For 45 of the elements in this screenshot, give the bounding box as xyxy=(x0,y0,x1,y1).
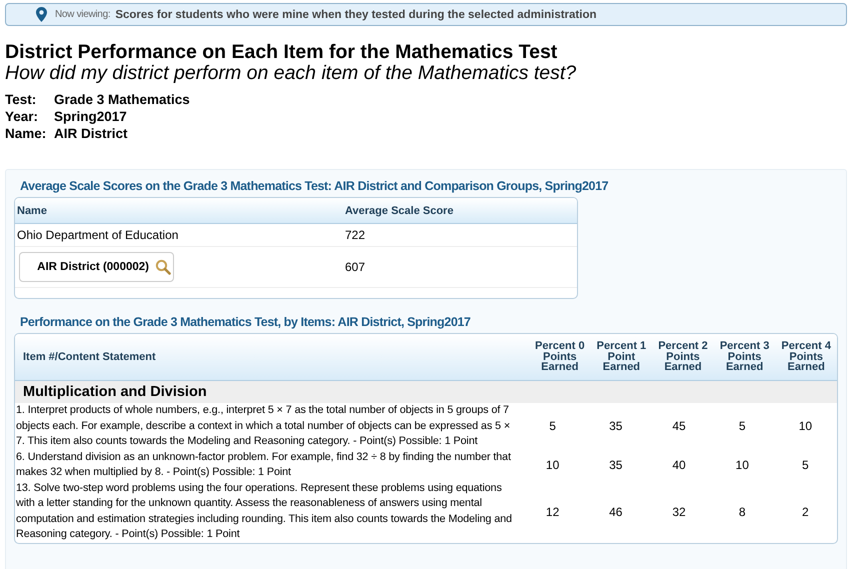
table-cell-text: 45 xyxy=(671,419,687,434)
column-header: Percent 3 Points Earned xyxy=(718,341,770,373)
table-cell-text: 46 xyxy=(608,504,624,518)
detail-value: Spring2017 xyxy=(54,109,128,124)
table-title: Average Scale Scores on the Grade 3 Mathematics Test: AIR District and Comparison Groups, Spring2017 xyxy=(20,179,610,193)
table-cell-text: 5 xyxy=(801,458,810,472)
group-heading: Multiplication and Division xyxy=(15,381,837,403)
page-title: District Performance on Each Item for the Mathematics Test xyxy=(5,42,558,63)
table-cell-text: 32 xyxy=(671,504,687,518)
detail-label: Name: xyxy=(5,126,48,141)
content-statement: 13. Solve two-step word problems using the four operations. Represent these problems using equations with a letter standing for the unknown quantity. Assess the reasonableness of answers using mental computation and estimation strategies including rounding. This item also counts towards the Modeling and Reasoning category. - Point(s) Possible: 1 Point xyxy=(15,480,513,542)
table-cell-text: 607 xyxy=(345,260,366,274)
table-cell-text: 35 xyxy=(608,458,624,472)
table-cell-text: 10 xyxy=(544,458,560,472)
magnifier-icon xyxy=(155,259,171,275)
now-viewing-value: Scores for students who were mine when they tested during the selected administration xyxy=(115,8,596,20)
column-header: Percent 2 Points Earned xyxy=(657,341,709,373)
column-header: Percent 1 Point Earned xyxy=(596,341,648,373)
table-title: Performance on the Grade 3 Mathematics Test, by Items: AIR District, Spring2017 xyxy=(20,315,472,329)
page-subtitle: How did my district perform on each item of the Mathematics test? xyxy=(5,63,578,84)
table-cell-text: 40 xyxy=(671,458,687,472)
column-header: Average Scale Score xyxy=(345,204,454,216)
detail-label: Year: xyxy=(5,109,40,124)
table-cell-text: 5 xyxy=(548,419,557,434)
table-cell-text: 10 xyxy=(798,419,814,434)
table-cell-text: 5 xyxy=(738,419,747,434)
table-cell-text: 2 xyxy=(801,504,810,518)
column-header: Item #/Content Statement xyxy=(23,352,157,362)
column-header: Percent 4 Points Earned xyxy=(780,341,832,373)
district-button[interactable]: AIR District (000002) xyxy=(19,252,174,282)
content-statement: 6. Understand division as an unknown-factor problem. For example, find 32 ÷ 8 by finding the number that makes 32 when multiplied by 8. - Point(s) Possible: 1 Point xyxy=(15,450,512,480)
table-cell-text: 35 xyxy=(608,419,624,434)
table-cell-text: 722 xyxy=(345,228,366,242)
table-cell-text: 10 xyxy=(734,458,750,472)
table-cell-text: Ohio Department of Education xyxy=(17,228,180,242)
detail-value: Grade 3 Mathematics xyxy=(54,92,190,107)
table-cell-text: 12 xyxy=(544,504,560,518)
column-header: Percent 0 Points Earned xyxy=(534,341,586,373)
table-cell-text: 8 xyxy=(738,504,747,518)
column-header: Name xyxy=(17,204,48,216)
location-pin-icon xyxy=(36,7,47,22)
detail-value: AIR District xyxy=(54,126,129,141)
detail-label: Test: xyxy=(5,92,38,107)
now-viewing-label: Now viewing: xyxy=(55,9,110,20)
content-statement: 1. Interpret products of whole numbers, e.g., interpret 5 × 7 as the total number of objects in 5 groups of 7 objects each. For example, describe a context in which a total number of objects can be expressed as 5 × 7. This item also counts towards the Modeling and Reasoning category. - Point(s) Possible: 1 Point xyxy=(15,403,512,449)
